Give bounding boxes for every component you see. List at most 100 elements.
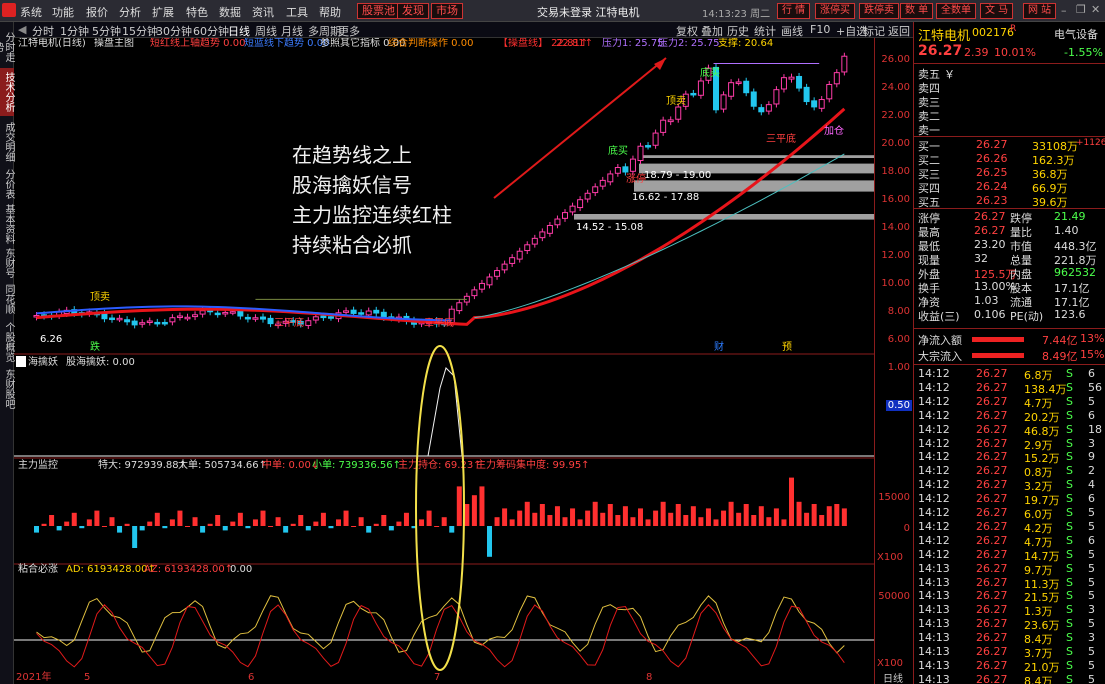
ind2-bar bbox=[630, 517, 636, 526]
restore-icon[interactable]: ❐ bbox=[1076, 3, 1086, 16]
ind2-bar bbox=[766, 517, 772, 526]
tool-1[interactable]: 叠加 bbox=[701, 23, 723, 39]
right-button-6[interactable]: 网 站 bbox=[1023, 3, 1057, 19]
menu-3[interactable]: 分析 bbox=[119, 4, 141, 20]
ind2-tick-0: 15000 bbox=[878, 492, 910, 503]
right-button-5[interactable]: 文 马 bbox=[980, 3, 1014, 19]
candle bbox=[652, 132, 659, 146]
ind2-bar bbox=[139, 526, 145, 531]
chart-label-14: 跌 bbox=[90, 340, 100, 353]
tool-0[interactable]: 复权 bbox=[676, 23, 698, 39]
candle bbox=[554, 218, 561, 226]
tick-time-5: 14:12 bbox=[918, 436, 950, 450]
left-tab-7[interactable]: 个股概览 bbox=[0, 320, 14, 364]
chart-label-15: 财 bbox=[714, 340, 724, 353]
candle bbox=[524, 244, 531, 252]
menu-1[interactable]: 功能 bbox=[52, 4, 74, 20]
tick-price-13: 26.27 bbox=[976, 547, 1008, 561]
stat-value-a-0: 26.27 bbox=[974, 210, 1006, 223]
ind2-bar bbox=[162, 526, 168, 529]
stock-name: 江特电机 bbox=[918, 29, 971, 44]
menu-4[interactable]: 扩展 bbox=[152, 4, 174, 20]
tick-time-6: 14:12 bbox=[918, 450, 950, 464]
period-1[interactable]: 1分钟 bbox=[60, 23, 89, 39]
tick-side-12: S bbox=[1066, 533, 1073, 547]
ind2-bar bbox=[562, 517, 568, 526]
tick-price-20: 26.27 bbox=[976, 645, 1008, 658]
tool-7[interactable]: 标记 bbox=[863, 23, 885, 39]
ind2-bar bbox=[532, 512, 538, 526]
menu-5[interactable]: 特色 bbox=[186, 4, 208, 20]
left-tab-4[interactable]: 基本资料 bbox=[0, 202, 14, 246]
tool-2[interactable]: 历史 bbox=[727, 23, 749, 39]
tick-count-20: 5 bbox=[1088, 645, 1095, 658]
kline-chart[interactable]: 江特电机(日线) 操盘主图 短红线上轴趋势 0.00短蓝线下趋势 0.00参照其它指… bbox=[14, 36, 874, 684]
candle bbox=[803, 86, 810, 103]
left-tab-0[interactable]: 分时走势 bbox=[0, 28, 14, 66]
left-tab-5[interactable]: 东财号 bbox=[0, 248, 14, 278]
date-tick-0: 2021年 bbox=[16, 670, 51, 683]
tick-side-2: S bbox=[1066, 394, 1073, 408]
flow-label-0: 净流入额 bbox=[918, 334, 962, 347]
menu-8[interactable]: 工具 bbox=[286, 4, 308, 20]
candle bbox=[592, 186, 599, 194]
period-7[interactable]: 周线 bbox=[255, 23, 277, 39]
right-button-2[interactable]: 跌停卖 bbox=[859, 3, 899, 19]
candle bbox=[584, 192, 591, 200]
ind2-bar bbox=[313, 521, 319, 526]
chart-label-4: 涨停 bbox=[626, 172, 646, 185]
right-button-0[interactable]: 行 情 bbox=[777, 3, 811, 19]
tool-3[interactable]: 统计 bbox=[754, 23, 776, 39]
period-prev-icon[interactable]: ◀ bbox=[18, 23, 26, 36]
period-8[interactable]: 月线 bbox=[281, 23, 303, 39]
top-button-0[interactable]: 股票池 bbox=[357, 3, 400, 19]
left-tab-6[interactable]: 同花顺 bbox=[0, 280, 14, 318]
left-tab-2[interactable]: 成交明细 bbox=[0, 118, 14, 166]
menu-0[interactable]: 系统 bbox=[20, 4, 42, 20]
ind1-icon[interactable] bbox=[16, 356, 26, 367]
period-4[interactable]: 30分钟 bbox=[156, 23, 192, 39]
right-button-4[interactable]: 全数单 bbox=[936, 3, 976, 19]
tool-4[interactable]: 画线 bbox=[781, 23, 803, 39]
top-button-2[interactable]: 市场 bbox=[431, 3, 463, 19]
period-0[interactable]: 分时 bbox=[32, 23, 54, 39]
stat-label-b-7: PE(动) bbox=[1010, 310, 1044, 323]
period-10[interactable]: 更多 bbox=[338, 23, 360, 39]
candle bbox=[214, 312, 221, 316]
tick-vol-22: 8.4万 bbox=[1024, 674, 1053, 684]
left-tab-3[interactable]: 分价表 bbox=[0, 168, 14, 200]
menu-7[interactable]: 资讯 bbox=[252, 4, 274, 20]
period-3[interactable]: 15分钟 bbox=[122, 23, 158, 39]
ind2-bar bbox=[252, 519, 258, 526]
legend-1: 短蓝线下趋势 0.00 bbox=[244, 38, 329, 49]
left-tab-1[interactable]: 技术分析 bbox=[0, 68, 14, 116]
tool-8[interactable]: 返回 bbox=[888, 23, 910, 39]
menu-9[interactable]: 帮助 bbox=[319, 4, 341, 20]
ind2-bar bbox=[789, 477, 794, 526]
left-tab-8[interactable]: 东财股吧 bbox=[0, 366, 14, 412]
menu-2[interactable]: 报价 bbox=[86, 4, 108, 20]
ind2-bar bbox=[615, 515, 621, 526]
right-button-1[interactable]: 涨停买 bbox=[815, 3, 855, 19]
period-9[interactable]: 多周期 bbox=[308, 23, 341, 39]
tick-count-7: 2 bbox=[1088, 464, 1095, 478]
tool-5[interactable]: F10 bbox=[810, 23, 830, 36]
flow-value-0: 7.44亿 bbox=[1042, 334, 1078, 347]
top-button-1[interactable]: 发现 bbox=[397, 3, 429, 19]
period-5[interactable]: 60分钟 bbox=[193, 23, 229, 39]
app-logo-icon[interactable] bbox=[2, 3, 16, 17]
date-tick-2: 6 bbox=[248, 672, 254, 683]
period-6[interactable]: 日线 bbox=[228, 23, 250, 39]
menu-6[interactable]: 数掘 bbox=[219, 4, 241, 20]
ind2-bar bbox=[34, 526, 39, 533]
ind2-bar bbox=[683, 515, 689, 526]
stat-value-b-7: 123.6 bbox=[1054, 308, 1086, 321]
chart-area[interactable]: 江特电机(日线) 操盘主图 短红线上轴趋势 0.00 短蓝线下趋势 0.00 参照其它指… bbox=[14, 36, 874, 684]
candle bbox=[675, 106, 682, 120]
tick-time-12: 14:12 bbox=[918, 533, 950, 547]
period-2[interactable]: 5分钟 bbox=[92, 23, 121, 39]
right-button-3[interactable]: 数 单 bbox=[900, 3, 934, 19]
candle bbox=[252, 317, 259, 320]
minimize-icon[interactable]: – bbox=[1061, 4, 1067, 17]
close-icon[interactable]: ✕ bbox=[1091, 3, 1100, 16]
